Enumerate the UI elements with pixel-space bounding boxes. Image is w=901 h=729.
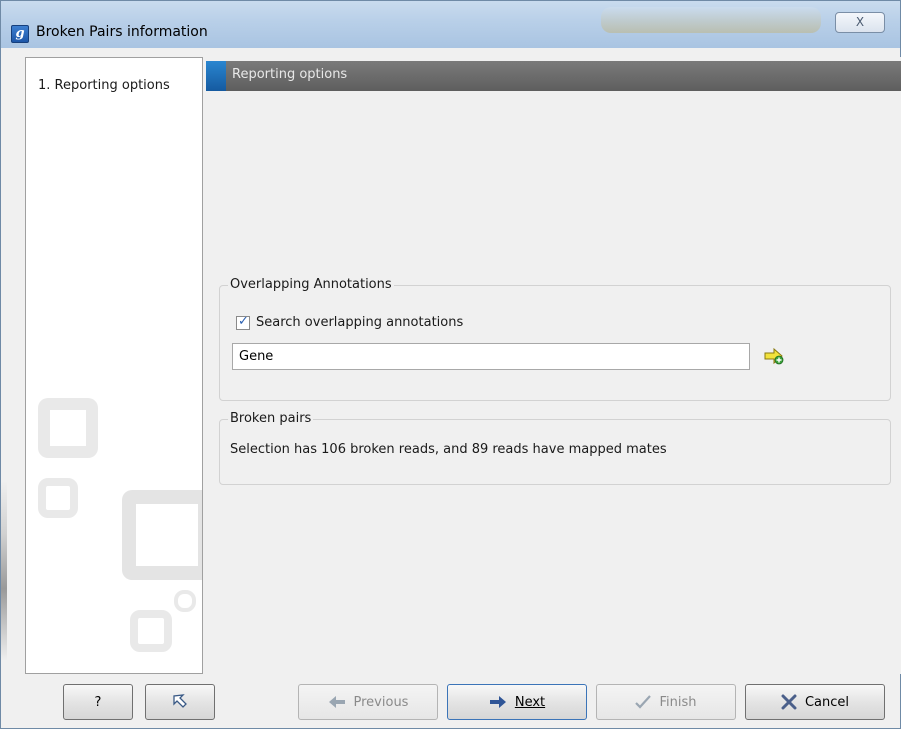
title-bar-glass — [601, 7, 821, 33]
section-header: Reporting options — [206, 61, 901, 91]
dialog-window: g Broken Pairs information X 1. Reportin… — [0, 0, 901, 729]
restore-defaults-button[interactable] — [145, 684, 215, 720]
next-button[interactable]: Next — [447, 684, 587, 720]
previous-button[interactable]: Previous — [298, 684, 438, 720]
close-icon: X — [855, 15, 865, 29]
search-overlapping-checkbox-row[interactable]: ✓ Search overlapping annotations — [236, 313, 464, 330]
search-overlapping-label: Search overlapping annotations — [256, 315, 464, 330]
checkmark-icon — [635, 695, 652, 709]
arrow-left-icon — [328, 695, 346, 709]
decorative-square-icon — [174, 590, 196, 612]
close-button[interactable]: X — [835, 12, 885, 33]
finish-button[interactable]: Finish — [596, 684, 736, 720]
previous-button-label: Previous — [353, 694, 409, 710]
overlapping-annotations-group: Overlapping Annotations ✓ Search overlap… — [219, 277, 891, 401]
group-title-broken-pairs: Broken pairs — [228, 411, 314, 426]
step-item-reporting-options[interactable]: 1. Reporting options — [38, 78, 170, 93]
wizard-steps-panel: 1. Reporting options — [25, 57, 203, 674]
section-title: Reporting options — [232, 67, 348, 82]
broken-pairs-group: Broken pairs Selection has 106 broken re… — [219, 411, 891, 485]
annotation-type-input[interactable] — [232, 343, 750, 370]
section-header-accent — [206, 61, 226, 91]
cancel-button[interactable]: Cancel — [745, 684, 885, 720]
window-title: Broken Pairs information — [36, 24, 208, 40]
arrow-right-icon — [489, 695, 507, 709]
broken-pairs-summary: Selection has 106 broken reads, and 89 r… — [230, 442, 667, 457]
window-edge-shadow — [1, 481, 7, 661]
cancel-button-label: Cancel — [804, 694, 850, 710]
title-bar[interactable]: g Broken Pairs information X — [1, 1, 900, 48]
next-button-label: Next — [514, 694, 546, 710]
checkmark-icon: ✓ — [238, 313, 249, 329]
decorative-square-icon — [130, 610, 172, 652]
help-button-label: ? — [94, 694, 102, 710]
search-overlapping-checkbox[interactable]: ✓ — [236, 313, 250, 330]
app-logo-icon: g — [11, 25, 29, 43]
help-button[interactable]: ? — [63, 684, 133, 720]
decorative-square-icon — [38, 398, 98, 458]
group-title-overlapping: Overlapping Annotations — [228, 277, 394, 292]
finish-button-label: Finish — [659, 694, 697, 710]
decorative-square-icon — [38, 478, 78, 518]
decorative-square-icon — [122, 490, 202, 580]
undo-arrow-icon — [173, 694, 187, 708]
cancel-x-icon — [781, 694, 797, 710]
main-content: Reporting options Overlapping Annotation… — [206, 57, 901, 674]
arrow-add-icon[interactable] — [764, 347, 786, 365]
